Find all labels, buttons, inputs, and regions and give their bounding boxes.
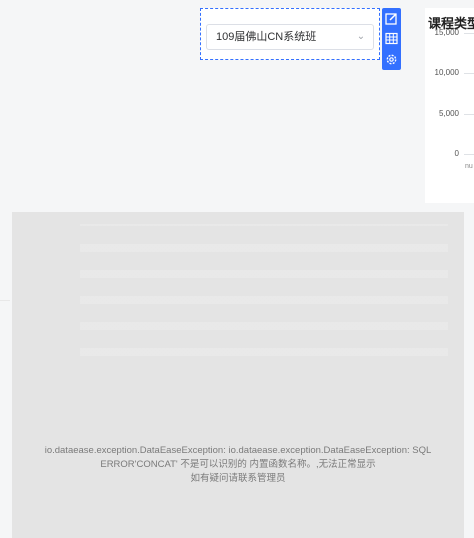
y-tick-label: 10,000 xyxy=(434,68,459,77)
component-toolbar xyxy=(382,8,401,70)
y-tick-label: 5,000 xyxy=(438,109,459,118)
x-axis-line xyxy=(464,154,474,155)
class-select[interactable]: 109届佛山CN系统班 ⌄ xyxy=(206,24,374,50)
chart-card: 课程类型 15,000 10,000 5,000 0 nu xyxy=(425,8,474,203)
chevron-down-icon[interactable]: ⌄ xyxy=(355,25,367,49)
class-select-value: 109届佛山CN系统班 xyxy=(216,31,317,43)
faded-chart-placeholder xyxy=(80,224,448,374)
gridline xyxy=(464,73,474,74)
gridline xyxy=(464,114,474,115)
divider xyxy=(0,300,10,301)
error-panel: io.dataease.exception.DataEaseException:… xyxy=(12,212,464,538)
error-line-3: 如有疑问请联系管理员 xyxy=(190,473,286,484)
error-line-1: io.dataease.exception.DataEaseException:… xyxy=(44,445,432,456)
table-icon[interactable] xyxy=(382,29,401,48)
y-tick-label: 15,000 xyxy=(434,28,459,37)
y-tick-label: 0 xyxy=(454,149,459,158)
gridline xyxy=(464,33,474,34)
settings-icon[interactable] xyxy=(382,50,401,69)
edit-icon[interactable] xyxy=(382,9,401,28)
error-message: io.dataease.exception.DataEaseException:… xyxy=(12,444,464,486)
x-tick-label: nu xyxy=(465,163,473,170)
error-line-2: ERROR'CONCAT' 不是可以识别的 内置函数名称。,无法正常显示 xyxy=(100,459,376,470)
